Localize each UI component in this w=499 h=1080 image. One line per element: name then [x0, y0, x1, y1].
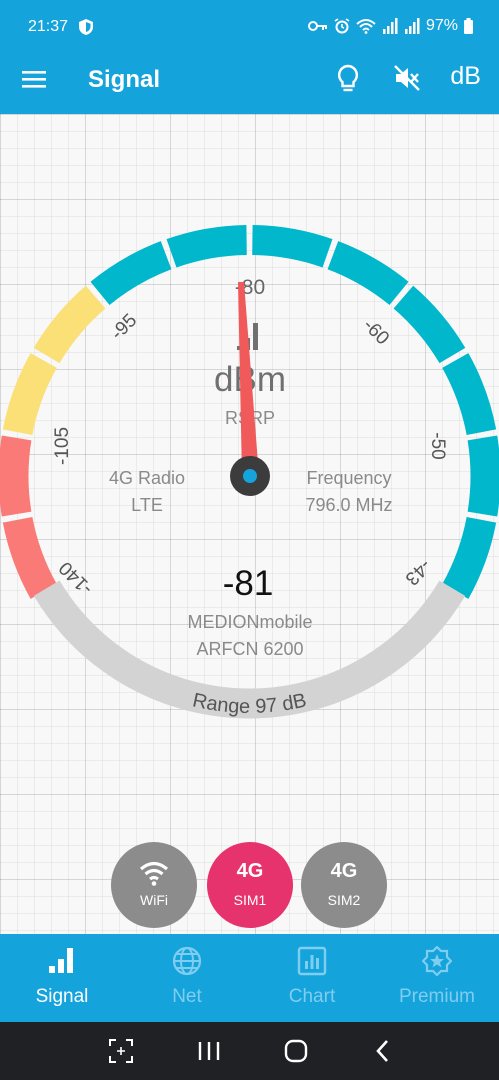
lightbulb-icon[interactable] [335, 64, 361, 99]
operator-name: MEDIONmobile [187, 612, 312, 632]
gauge-segment [393, 285, 466, 364]
recent-apps-icon[interactable] [197, 1038, 221, 1069]
bottom-nav: Signal Net Chart Premium [0, 934, 499, 1022]
radio-label: 4G Radio [109, 468, 185, 488]
scale-label-60: -60 [359, 315, 393, 349]
frequency-value: 796.0 MHz [305, 495, 392, 515]
nav-chart-label: Chart [288, 986, 336, 1007]
mute-icon[interactable] [393, 64, 421, 97]
nav-chart[interactable]: Chart [250, 934, 374, 1022]
gauge-segment [251, 225, 333, 268]
shield-icon [79, 19, 93, 40]
sim1-label: SIM1 [233, 892, 267, 908]
scale-label-43: -43 [401, 555, 435, 589]
scale-label-50: -50 [427, 432, 448, 459]
db-button[interactable]: dB [450, 62, 481, 91]
nav-net-label: Net [172, 986, 202, 1007]
system-nav-bar [0, 1022, 499, 1080]
app-bar: Signal dB [0, 46, 499, 114]
screenshot-icon[interactable] [108, 1038, 134, 1069]
premium-badge-icon [375, 946, 499, 976]
gauge-segment [33, 285, 106, 364]
globe-icon [125, 946, 249, 976]
nav-premium[interactable]: Premium [375, 934, 499, 1022]
signal-value: -81 [223, 564, 274, 603]
wifi-icon [111, 860, 197, 886]
nav-premium-label: Premium [398, 986, 475, 1007]
gauge-segment [0, 435, 32, 517]
sim1-button[interactable]: 4G SIM1 [207, 842, 293, 928]
cell-signal-1-icon [382, 18, 398, 34]
chart-icon [250, 946, 374, 976]
menu-icon[interactable] [22, 68, 48, 90]
signal-gauge: Range 97 dB -80 -95 -60 -105 -50 -140 -4… [0, 225, 499, 719]
key-icon [307, 20, 328, 32]
back-icon[interactable] [372, 1038, 394, 1069]
gauge-segment [90, 241, 172, 306]
scale-label-95: -95 [107, 310, 141, 344]
status-bar: 21:37 97% [0, 0, 499, 46]
signal-bars-icon [0, 946, 124, 974]
battery-icon [464, 18, 473, 34]
nav-signal-label: Signal [35, 986, 89, 1007]
page-title: Signal [88, 66, 161, 93]
wifi-button[interactable]: WiFi [111, 842, 197, 928]
db-label: dB [450, 62, 481, 90]
sim2-tech: 4G [330, 860, 358, 882]
wifi-status-icon [356, 18, 376, 34]
scale-label-105: -105 [52, 427, 73, 465]
arfcn-value: ARFCN 6200 [196, 639, 303, 659]
cell-signal-2-icon [404, 18, 420, 34]
gauge-segment [442, 516, 497, 599]
sim2-button[interactable]: 4G SIM2 [301, 842, 387, 928]
frequency-label: Frequency [306, 468, 391, 488]
status-time: 21:37 [28, 18, 69, 35]
gauge-segment [327, 241, 409, 306]
wifi-label: WiFi [140, 892, 168, 908]
needle-hub-center [243, 469, 257, 483]
gauge-segment [166, 225, 248, 268]
nav-signal[interactable]: Signal [0, 934, 124, 1022]
sim2-label: SIM2 [327, 892, 361, 908]
home-icon[interactable] [283, 1038, 309, 1069]
gauge-segment [442, 353, 497, 436]
battery-percent: 97% [425, 17, 458, 34]
gauge-segment [2, 516, 57, 599]
gauge-segment [2, 353, 57, 436]
gauge-segment [467, 435, 499, 517]
alarm-icon [334, 18, 350, 34]
nav-net[interactable]: Net [125, 934, 249, 1022]
sim1-tech: 4G [236, 860, 264, 882]
radio-value: LTE [131, 495, 163, 515]
